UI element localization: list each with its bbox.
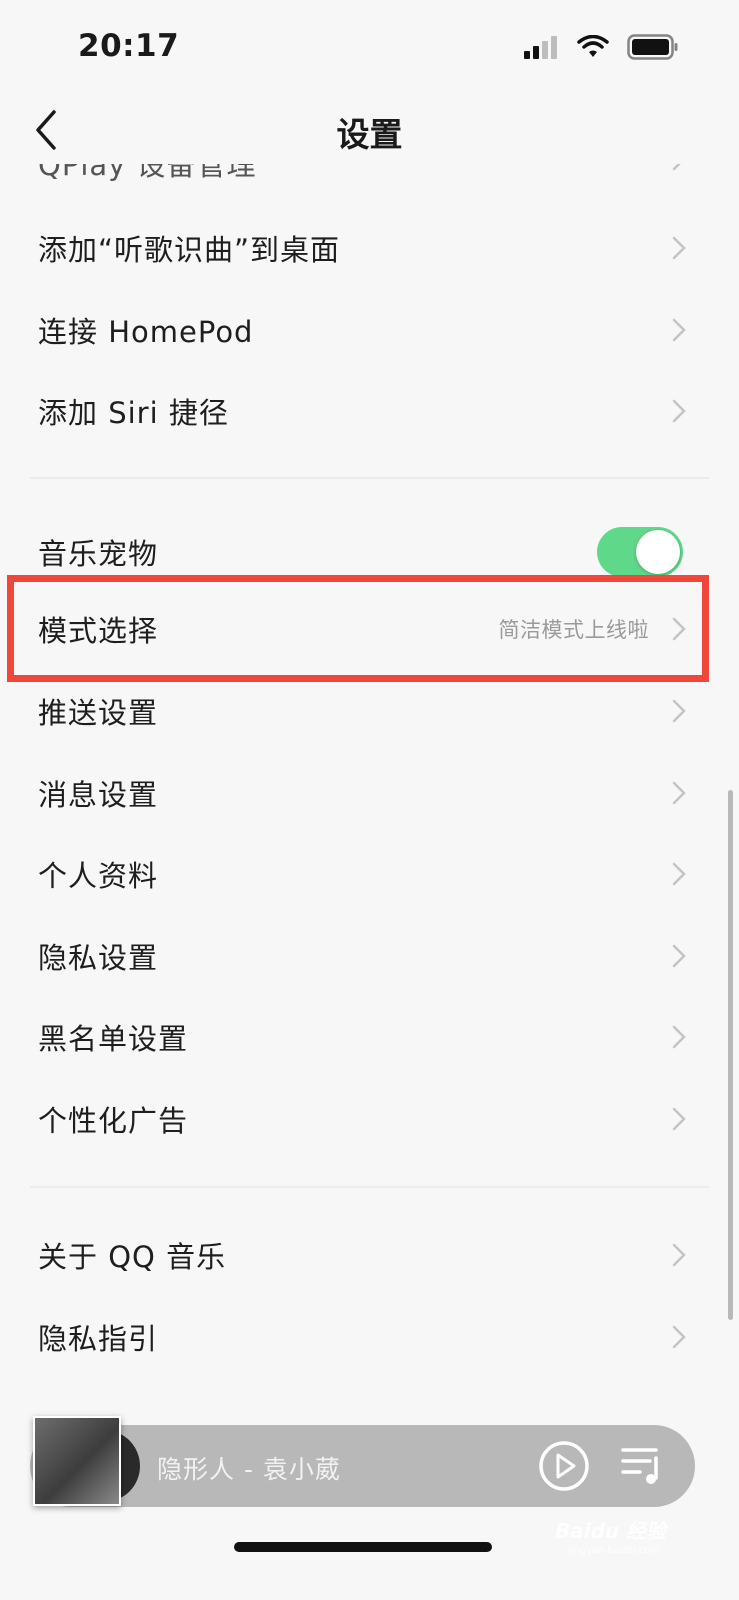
music-pet-toggle[interactable] <box>597 527 683 577</box>
row-label: 关于 QQ 音乐 <box>38 1240 227 1274</box>
battery-icon <box>627 34 678 60</box>
section-divider <box>30 477 709 479</box>
chevron-right-icon <box>672 399 686 423</box>
chevron-right-icon <box>672 699 686 723</box>
chevron-right-icon <box>672 318 686 342</box>
row-label: 添加 Siri 捷径 <box>38 396 229 430</box>
list-item-about[interactable]: 关于 QQ 音乐 <box>0 1214 739 1296</box>
home-indicator[interactable] <box>234 1542 492 1552</box>
highlight-annotation-box <box>7 575 709 682</box>
row-label: 个性化广告 <box>38 1104 189 1138</box>
list-item-blacklist[interactable]: 黑名单设置 <box>0 996 739 1078</box>
row-label: 个人资料 <box>38 859 159 893</box>
chevron-right-icon <box>672 862 686 886</box>
toggle-knob <box>636 530 680 574</box>
album-art[interactable] <box>33 1416 121 1506</box>
chevron-right-icon <box>672 1243 686 1267</box>
chevron-right-icon <box>672 944 686 968</box>
status-icons <box>523 34 679 60</box>
watermark-url: jingyan.baidu.com <box>568 1545 661 1556</box>
playlist-button[interactable] <box>620 1444 666 1488</box>
watermark-logo: Baidu 经验 <box>555 1519 667 1543</box>
list-item-qplay[interactable]: QPlay 设备管理 <box>0 164 739 194</box>
playlist-icon <box>621 1448 658 1484</box>
signal-icon <box>524 36 557 59</box>
settings-list[interactable]: QPlay 设备管理 添加“听歌识曲”到桌面 连接 HomePod 添加 Sir… <box>0 164 739 1424</box>
list-item-homepod[interactable]: 连接 HomePod <box>0 289 739 371</box>
wifi-icon <box>577 35 609 57</box>
now-playing-title: 隐形人 - 袁小葳 <box>157 1455 341 1484</box>
chevron-right-icon <box>672 1325 686 1349</box>
chevron-right-icon <box>672 1107 686 1131</box>
list-item-privacy[interactable]: 隐私设置 <box>0 915 739 997</box>
play-icon <box>556 1453 576 1479</box>
row-label: 连接 HomePod <box>38 315 254 349</box>
row-label: 消息设置 <box>38 778 159 812</box>
row-label: 隐私指引 <box>38 1322 159 1356</box>
page-title: 设置 <box>336 115 403 154</box>
status-bar: 20:17 <box>0 0 739 96</box>
row-label: 黑名单设置 <box>38 1022 189 1056</box>
status-time: 20:17 <box>78 28 180 64</box>
chevron-right-icon <box>672 236 686 260</box>
row-label: 音乐宠物 <box>38 537 159 571</box>
row-label: 推送设置 <box>38 696 159 730</box>
row-label: 隐私设置 <box>38 941 159 975</box>
nav-bar: 设置 <box>0 96 739 164</box>
list-item-messages[interactable]: 消息设置 <box>0 752 739 834</box>
list-item-add-shazam[interactable]: 添加“听歌识曲”到桌面 <box>0 207 739 289</box>
list-item-profile[interactable]: 个人资料 <box>0 833 739 915</box>
row-label: 添加“听歌识曲”到桌面 <box>38 233 341 267</box>
list-item-siri[interactable]: 添加 Siri 捷径 <box>0 370 739 452</box>
list-item-privacy-guide[interactable]: 隐私指引 <box>0 1296 739 1378</box>
list-item-ads[interactable]: 个性化广告 <box>0 1078 739 1160</box>
chevron-right-icon <box>672 164 681 171</box>
chevron-right-icon <box>672 781 686 805</box>
list-item-push[interactable]: 推送设置 <box>0 670 739 752</box>
chevron-right-icon <box>672 1025 686 1049</box>
scrollbar[interactable] <box>728 790 733 1320</box>
row-label: QPlay 设备管理 <box>38 164 257 182</box>
play-button[interactable] <box>538 1440 590 1492</box>
section-divider <box>30 1186 709 1188</box>
